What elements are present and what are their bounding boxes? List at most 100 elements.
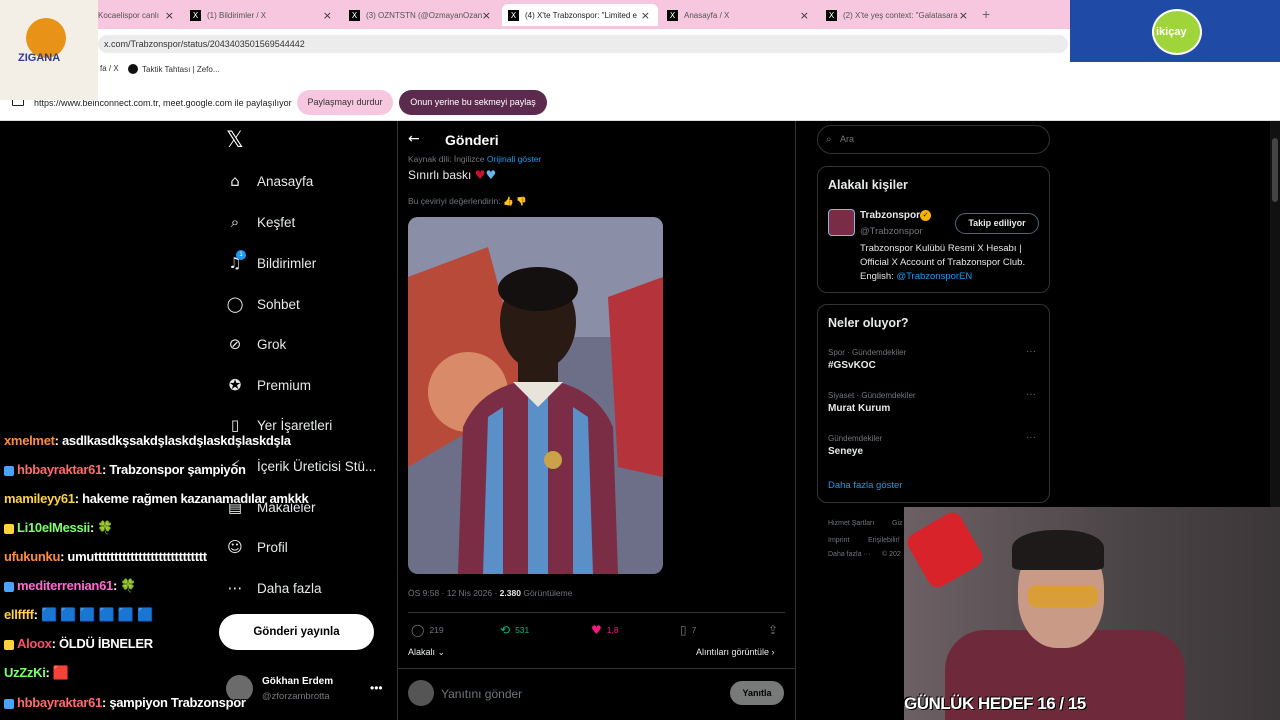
repost-action[interactable]: ⟲ 531	[500, 623, 529, 637]
following-button[interactable]: Takip ediliyor	[955, 213, 1039, 234]
nav-item-label: Anasayfa	[257, 173, 314, 189]
chat-username: ufukunku	[4, 549, 61, 564]
scrollbar-thumb[interactable]	[1272, 138, 1278, 202]
close-tab-icon[interactable]: ×	[165, 9, 174, 22]
trend-name[interactable]: Murat Kurum	[828, 403, 890, 414]
browser-tab[interactable]: X Anasayfa / X ×	[661, 4, 817, 26]
chat-message: ufukunku: umuttttttttttttttttttttttttttt…	[4, 549, 207, 564]
bookmark-item[interactable]: Taktik Tahtası | Zefo...	[128, 64, 220, 74]
close-tab-icon[interactable]: ×	[800, 9, 809, 22]
nav-item[interactable]: ✪ Premium	[226, 376, 311, 394]
trend-category: Spor · Gündemdekiler	[828, 348, 907, 357]
trend-more-icon[interactable]: ···	[1026, 432, 1036, 443]
trend-more-icon[interactable]: ···	[1026, 389, 1036, 400]
nav-item-label: Grok	[257, 336, 287, 352]
chat-badge-icon	[4, 639, 14, 650]
nav-item[interactable]: ⌂ Anasayfa	[226, 172, 313, 190]
trend-more-icon[interactable]: ···	[1026, 346, 1036, 357]
bookmark-label: Taktik Tahtası | Zefo...	[142, 64, 220, 74]
back-arrow-icon[interactable]: ←	[408, 131, 420, 147]
chat-username: ellffff	[4, 607, 34, 622]
footer-link[interactable]: Imprint	[828, 537, 849, 544]
nav-item[interactable]: ⊘ Grok	[226, 335, 287, 353]
browser-tab[interactable]: Kocaelispor canlı ×	[92, 4, 182, 26]
repost-icon: ⟲	[500, 623, 511, 637]
account-more-icon[interactable]: •••	[370, 681, 383, 695]
close-tab-icon[interactable]: ×	[482, 9, 491, 22]
footer-link[interactable]: Hizmet Şartları	[828, 520, 874, 527]
browser-tab[interactable]: X (3) OZNTSTN (@OzmayanOzan ×	[343, 4, 499, 26]
search-input[interactable]: ⌕ Ara	[817, 125, 1050, 154]
footer-link[interactable]: Daha fazla ···	[828, 551, 870, 558]
footer-link[interactable]: Erişilebilirl	[868, 537, 900, 544]
new-tab-icon[interactable]: +	[982, 6, 990, 22]
url-field[interactable]: x.com/Trabzonspor/status/204340350156954…	[98, 35, 1068, 53]
chat-username: hbbayraktar61	[17, 695, 102, 710]
tab-label: (3) OZNTSTN (@OzmayanOzan	[366, 10, 482, 20]
red-heart-icon: ♥	[474, 168, 486, 182]
nav-item[interactable]: ⚡ İçerik Üreticisi Stü...	[226, 457, 377, 475]
nav-item-label: Yer İşaretleri	[257, 417, 333, 433]
trend-name[interactable]: Seneye	[828, 446, 863, 457]
tweet-image[interactable]	[408, 217, 663, 574]
stop-sharing-button[interactable]: Paylaşmayı durdur	[297, 90, 393, 115]
premium-icon: ✪	[228, 376, 242, 394]
reply-icon: ◯	[411, 623, 425, 637]
reply-button[interactable]: Yanıtla	[730, 681, 784, 705]
like-action[interactable]: ♥ 1,8	[591, 623, 619, 637]
x-favicon-icon: X	[190, 9, 201, 21]
browser-tab[interactable]: X (2) X'te yeş context: "Galatasara ×	[820, 4, 976, 26]
thumbs-up-icon[interactable]: 👍	[503, 196, 514, 206]
profile-name[interactable]: Trabzonspor	[860, 210, 920, 221]
browser-tab[interactable]: X (1) Bildirimler / X ×	[184, 4, 340, 26]
bookmark-item[interactable]: fa / X	[100, 64, 119, 73]
verified-badge-icon: ✓	[920, 210, 931, 221]
bookmark-action[interactable]: ▯ 7	[680, 623, 696, 637]
trend-name[interactable]: #GSvKOC	[828, 360, 876, 371]
daily-goal-overlay: GÜNLÜK HEDEF 16 / 15	[904, 694, 1086, 713]
share-action[interactable]: ⇪	[768, 623, 783, 637]
chat-badge-icon	[4, 581, 14, 592]
tweet-meta: ÖS 9:58 · 12 Nis 2026 · 2.380 Görüntülem…	[408, 588, 572, 598]
avatar[interactable]	[828, 209, 855, 236]
reply-input[interactable]: Yanıtını gönder	[441, 687, 522, 701]
nav-item[interactable]: ⋯ Daha fazla	[226, 579, 322, 597]
streamer-glasses	[1028, 585, 1098, 607]
reply-action[interactable]: ◯ 219	[411, 623, 444, 637]
chevron-down-icon: ⌄	[435, 647, 446, 657]
chat-icon: ◯	[226, 295, 244, 313]
show-original-link[interactable]: Orijinali göster	[487, 154, 541, 164]
nav-item[interactable]: ▯ Yer İşaretleri	[226, 416, 332, 434]
nav-item[interactable]: ⌕ Keşfet	[226, 213, 295, 231]
nav-item[interactable]: ◯ Sohbet	[226, 295, 300, 313]
bio-link[interactable]: @TrabzonsporEN	[896, 271, 972, 282]
browser-tab-active[interactable]: X (4) X'te Trabzonspor: "Limited e ×	[502, 4, 658, 26]
chat-message: Aloox: ÖLDÜ İBNELER	[4, 636, 153, 651]
thumbs-down-icon[interactable]: 👎	[516, 196, 527, 206]
reply-sort-dropdown[interactable]: Alakalı ⌄	[408, 647, 445, 658]
share-this-tab-button[interactable]: Onun yerine bu sekmeyi paylaş	[399, 90, 547, 115]
post-button[interactable]: Gönderi yayınla	[219, 614, 374, 650]
close-tab-icon[interactable]: ×	[323, 9, 332, 22]
bookmark-icon: ▯	[230, 416, 240, 434]
show-more-link[interactable]: Daha fazla göster	[828, 480, 902, 491]
sponsor-logo-left: ZIGANA	[0, 0, 98, 100]
chat-text: : 🍀	[112, 578, 137, 593]
nav-item[interactable]: ♫ Bildirimler 1	[226, 250, 316, 272]
tweet-body: Sınırlı baskı	[408, 168, 472, 182]
close-tab-icon[interactable]: ×	[641, 9, 650, 22]
close-tab-icon[interactable]: ×	[959, 9, 968, 22]
account-handle: @zforzambrotta	[262, 691, 330, 702]
rate-label: Bu çeviriyi değerlendirin:	[408, 196, 501, 206]
nav-item[interactable]: ☺ Profil	[226, 538, 288, 556]
browser-tab-bar: Kocaelispor canlı × X (1) Bildirimler / X ×…	[0, 0, 1070, 29]
x-favicon-icon: X	[826, 9, 837, 21]
nav-item-label: Daha fazla	[257, 580, 322, 596]
view-quotes-link[interactable]: Alıntıları görüntüle ›	[696, 647, 775, 657]
notification-badge: 1	[236, 250, 246, 260]
footer-link[interactable]: Giz	[892, 520, 903, 527]
trend-category: Gündemdekiler	[828, 434, 883, 443]
reply-count: 219	[429, 625, 444, 635]
x-logo-icon[interactable]: 𝕏	[226, 128, 244, 153]
sort-label: Alakalı	[408, 647, 436, 657]
